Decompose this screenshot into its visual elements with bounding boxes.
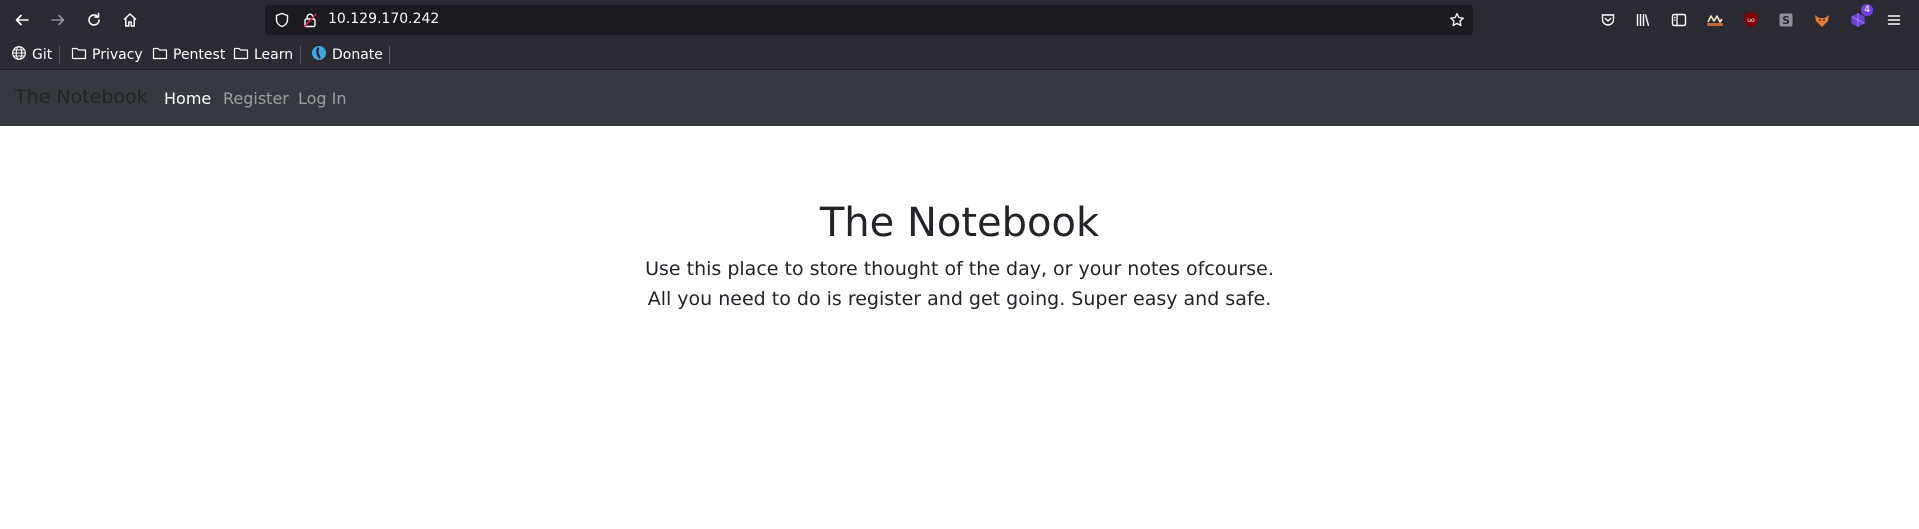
bookmark-label: Privacy xyxy=(92,46,143,63)
bookmark-label: Git xyxy=(32,46,53,63)
globe-icon xyxy=(11,45,27,65)
nav-link-register[interactable]: Register xyxy=(223,89,289,108)
svg-text:uo: uo xyxy=(1747,17,1755,24)
bookmark-separator xyxy=(389,46,390,64)
extension-puzzle-icon[interactable]: 4 xyxy=(1847,4,1873,31)
hero-text-line-1: Use this place to store thought of the d… xyxy=(645,258,1274,280)
home-icon[interactable] xyxy=(116,8,144,32)
hero-text-line-2: All you need to do is register and get g… xyxy=(647,288,1272,310)
sidebar-icon[interactable] xyxy=(1668,9,1690,31)
pocket-icon[interactable] xyxy=(1597,9,1619,31)
reload-icon[interactable] xyxy=(80,8,108,32)
nav-link-login[interactable]: Log In xyxy=(298,89,347,108)
browser-toolbar: 10.129.170.242 uo S 4 xyxy=(0,0,1919,40)
bookmark-label: Donate xyxy=(332,46,383,63)
bookmark-folder-pentest[interactable]: Pentest xyxy=(152,45,225,64)
s-extension-icon[interactable]: S xyxy=(1775,9,1797,31)
bookmark-label: Pentest xyxy=(173,46,226,63)
forward-arrow-icon[interactable] xyxy=(44,8,72,32)
bookmark-star-icon[interactable] xyxy=(1449,12,1465,32)
bookmark-git[interactable]: Git xyxy=(11,45,52,64)
bookmarks-toolbar: Git Privacy Pentest Learn Donate xyxy=(0,40,1919,70)
insecure-lock-icon[interactable] xyxy=(302,12,318,32)
library-icon[interactable] xyxy=(1632,9,1654,31)
url-bar[interactable]: 10.129.170.242 xyxy=(265,5,1473,35)
bookmark-separator xyxy=(59,46,60,64)
foxyproxy-extension-icon[interactable] xyxy=(1811,9,1833,31)
bookmark-donate[interactable]: Donate xyxy=(311,45,383,64)
site-navbar: The Notebook Home Register Log In xyxy=(0,70,1919,126)
folder-icon xyxy=(233,45,249,65)
bookmark-folder-privacy[interactable]: Privacy xyxy=(71,45,143,64)
url-text[interactable]: 10.129.170.242 xyxy=(328,11,439,27)
ublock-origin-icon[interactable]: uo xyxy=(1740,9,1762,31)
navbar-brand[interactable]: The Notebook xyxy=(15,86,148,108)
hero-title: The Notebook xyxy=(819,200,1100,246)
svg-text:S: S xyxy=(1782,14,1790,27)
tracking-protection-shield-icon[interactable] xyxy=(274,12,290,32)
donate-favicon xyxy=(311,45,327,65)
bookmark-folder-learn[interactable]: Learn xyxy=(233,45,293,64)
hero-section: The Notebook Use this place to store tho… xyxy=(0,126,1919,314)
nav-link-home[interactable]: Home xyxy=(164,89,211,108)
bookmark-separator xyxy=(300,46,301,64)
folder-icon xyxy=(71,45,87,65)
folder-icon xyxy=(152,45,168,65)
hamburger-menu-icon[interactable] xyxy=(1883,9,1905,31)
wappalyzer-extension-icon[interactable] xyxy=(1704,9,1726,31)
back-arrow-icon[interactable] xyxy=(8,8,36,32)
bookmark-label: Learn xyxy=(254,46,294,63)
extension-badge-count: 4 xyxy=(1861,4,1873,16)
